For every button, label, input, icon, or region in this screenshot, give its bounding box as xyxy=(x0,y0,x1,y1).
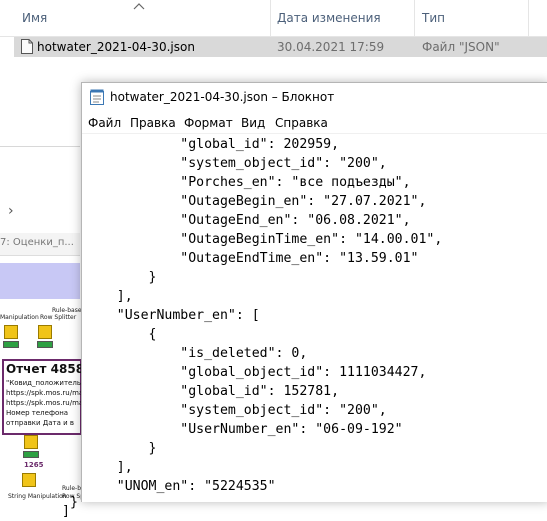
workflow-tab-label: 7: Оценки_п... xyxy=(0,237,74,248)
code-line: } xyxy=(85,270,157,285)
column-divider[interactable] xyxy=(414,0,415,36)
workflow-tab[interactable]: 7: Оценки_п... xyxy=(0,233,80,256)
report-title: Отчет 48585 xyxy=(6,362,93,376)
code-line: "global_object_id": 1111034427, xyxy=(85,365,427,380)
code-line: ], xyxy=(85,289,133,304)
menu-edit[interactable]: Правка xyxy=(130,116,176,130)
menu-file[interactable]: Файл xyxy=(88,116,121,130)
code-line: "UserNumber_en": "06-09-192" xyxy=(85,422,403,437)
file-modified-date: 30.04.2021 17:59 xyxy=(277,40,385,54)
report-line: https://spk.mos.ru/mai xyxy=(6,389,86,397)
code-line: "OutageEndTime_en": "13.59.01" xyxy=(85,251,419,266)
code-line: "OutageEnd_en": "06.08.2021", xyxy=(85,213,411,228)
report-line: "Ковид_положительны xyxy=(6,379,92,387)
workflow-node[interactable] xyxy=(4,325,18,339)
node-count-label: 1265 xyxy=(24,461,44,469)
column-name-header[interactable]: Имя xyxy=(22,11,47,25)
code-line: "global_id": 202959, xyxy=(85,137,340,152)
column-type-header[interactable]: Тип xyxy=(422,11,445,25)
code-line: "system_object_id": "200", xyxy=(85,403,387,418)
file-row-hotwater[interactable]: hotwater_2021-04-30.json 30.04.2021 17:5… xyxy=(14,37,547,57)
code-line: ] xyxy=(62,504,70,519)
menu-help[interactable]: Справка xyxy=(275,116,328,130)
file-type: Файл "JSON" xyxy=(422,40,500,54)
chevron-right-icon[interactable]: › xyxy=(8,203,14,219)
column-modified-header[interactable]: Дата изменения xyxy=(277,11,381,25)
node-label-rule-based-2: Rule-b xyxy=(62,485,82,492)
code-line: "UNOM_en": "5224535" xyxy=(85,479,276,494)
json-file-icon xyxy=(21,39,33,54)
code-line: "global_id": 152781, xyxy=(85,384,340,399)
menu-view[interactable]: Вид xyxy=(241,116,265,130)
code-line: "OutageBeginTime_en": "14.00.01", xyxy=(85,232,443,247)
report-line: отправки Дата и в xyxy=(6,419,75,427)
node-status-indicator xyxy=(37,341,53,348)
sort-ascending-icon[interactable] xyxy=(133,2,145,10)
file-name: hotwater_2021-04-30.json xyxy=(37,40,195,54)
code-line: "Porches_en": "все подъезды", xyxy=(85,175,411,190)
workflow-node[interactable] xyxy=(38,325,52,339)
notepad-title: hotwater_2021-04-30.json – Блокнот xyxy=(110,90,335,104)
report-line: Номер телефона xyxy=(6,409,69,417)
column-divider[interactable] xyxy=(270,0,271,36)
code-line: "system_object_id": "200", xyxy=(85,156,387,171)
node-label-string-manipulation: String Manipulation xyxy=(8,493,67,500)
node-label-manipulation: Manipulation xyxy=(0,314,39,321)
notepad-titlebar[interactable]: hotwater_2021-04-30.json – Блокнот xyxy=(82,83,547,111)
file-list-header: Имя Дата изменения Тип xyxy=(0,0,547,37)
node-label-row-splitter: Row Splitter xyxy=(40,314,77,321)
code-line: "is_deleted": 0, xyxy=(85,346,308,361)
report-annotation[interactable]: Отчет 48585 "Ковид_положительны https://… xyxy=(2,359,92,435)
code-line: { xyxy=(85,327,157,342)
background-app-window: › 7: Оценки_п... Rule-based Manipulation… xyxy=(0,146,92,501)
column-divider[interactable] xyxy=(528,0,529,36)
notepad-window: hotwater_2021-04-30.json – Блокнот Файл … xyxy=(62,82,547,519)
node-status-indicator xyxy=(23,451,39,458)
code-line: } xyxy=(70,495,78,510)
toolbar-band xyxy=(0,263,80,299)
code-line: } xyxy=(85,441,157,456)
code-line: "UserNumber_en": [ xyxy=(85,308,260,323)
menu-format[interactable]: Формат xyxy=(184,116,233,130)
code-line: ], xyxy=(85,460,133,475)
report-line: https://spk.mos.ru/mai xyxy=(6,399,86,407)
node-status-indicator xyxy=(3,341,19,348)
menu-bar: Файл Правка Формат Вид Справка xyxy=(82,111,547,133)
notepad-icon xyxy=(90,89,104,105)
workflow-node[interactable] xyxy=(22,473,36,487)
code-line: "OutageBegin_en": "27.07.2021", xyxy=(85,194,427,209)
workflow-node[interactable] xyxy=(24,435,38,449)
text-editor-area[interactable]: "global_id": 202959, "system_object_id":… xyxy=(62,133,547,519)
